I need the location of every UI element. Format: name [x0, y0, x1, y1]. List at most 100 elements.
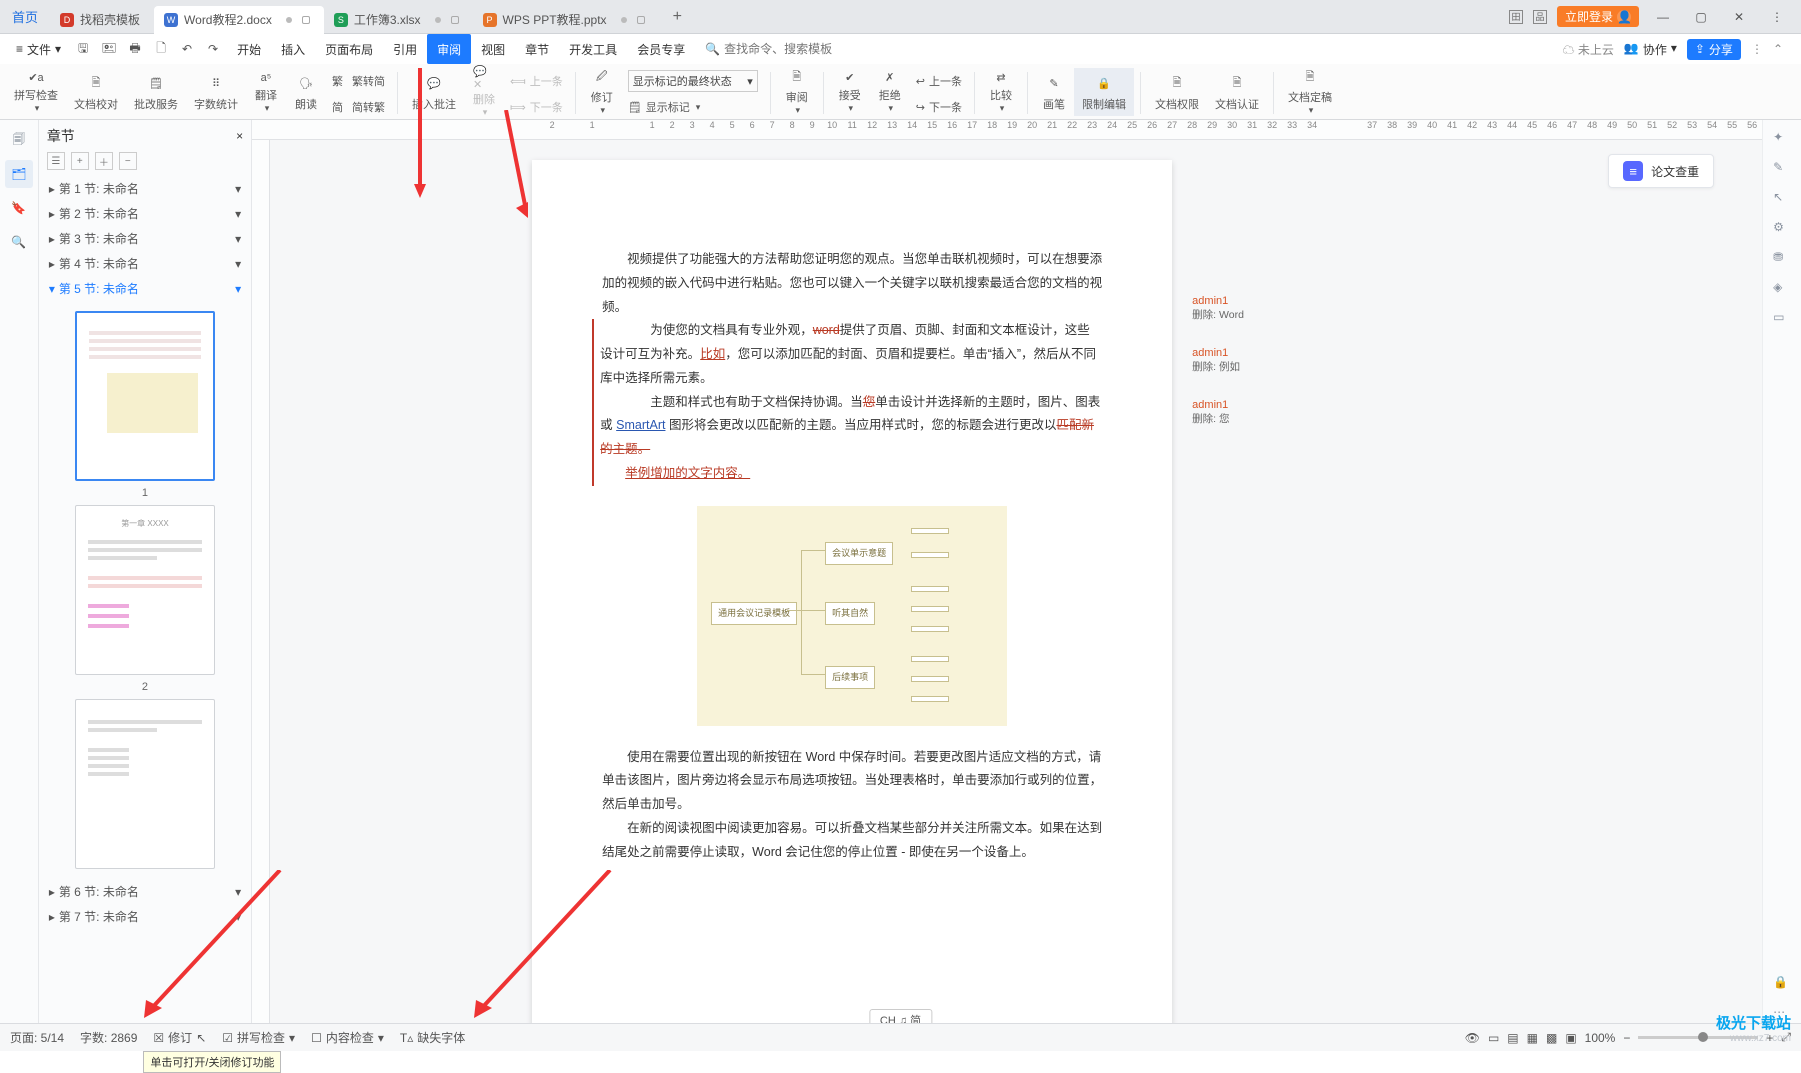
- tab-xlsx[interactable]: S 工作簿3.xlsx: [324, 6, 473, 34]
- page-thumb-2[interactable]: 第一章 XXXX: [75, 505, 215, 675]
- sidebar-close[interactable]: [236, 129, 243, 143]
- right-rail-ai[interactable]: ✦: [1773, 130, 1791, 148]
- section-item-3[interactable]: ▸第 3 节: 未命名▾: [39, 226, 251, 251]
- menu-dev[interactable]: 开发工具: [559, 34, 627, 64]
- view-layout1-icon[interactable]: ▤: [1507, 1031, 1518, 1045]
- status-revise-toggle[interactable]: ☒ 修订 ↖ 单击可打开/关闭修订功能: [153, 1029, 206, 1046]
- window-close[interactable]: ✕: [1725, 3, 1753, 31]
- right-rail-settings[interactable]: ⚙: [1773, 220, 1791, 238]
- window-other[interactable]: ⋮: [1763, 3, 1791, 31]
- tab-word-doc[interactable]: W Word教程2.docx: [154, 6, 324, 34]
- menu-page-layout[interactable]: 页面布局: [315, 34, 383, 64]
- sidebar-tool-a[interactable]: ☰: [47, 152, 65, 170]
- ribbon-spellcheck[interactable]: ✔a拼写检查: [6, 68, 66, 116]
- zoom-out[interactable]: −: [1623, 1031, 1630, 1045]
- window-minimize[interactable]: —: [1649, 3, 1677, 31]
- view-eye-icon[interactable]: 👁: [1465, 1031, 1480, 1045]
- ribbon-prev-comment[interactable]: ↩上一条: [916, 70, 962, 92]
- ribbon-auth[interactable]: 🗎文档认证: [1207, 68, 1267, 116]
- apps-icon[interactable]: 品: [1533, 10, 1547, 24]
- ribbon-accept[interactable]: ✔接受: [830, 68, 870, 116]
- section-item-2[interactable]: ▸第 2 节: 未命名▾: [39, 201, 251, 226]
- tab-template[interactable]: D 找稻壳模板: [50, 6, 154, 34]
- zoom-pct[interactable]: 100%: [1585, 1031, 1616, 1045]
- ribbon-doc-proof[interactable]: 🗎文档校对: [66, 68, 126, 116]
- share-button[interactable]: ⇪ 分享: [1687, 39, 1741, 60]
- ribbon-word-count[interactable]: ⠿字数统计: [186, 68, 246, 116]
- home-tab[interactable]: 首页: [0, 0, 50, 33]
- quick-redo-icon[interactable]: ↷: [205, 41, 221, 57]
- ribbon-translate[interactable]: a⁵翻译: [246, 68, 286, 116]
- status-content-check[interactable]: ☐内容检查▾: [311, 1029, 384, 1046]
- coop-button[interactable]: 👥 协作 ▾: [1624, 41, 1677, 58]
- menu-view[interactable]: 视图: [471, 34, 515, 64]
- rail-bookmark[interactable]: 🔖: [5, 194, 33, 222]
- ribbon-revise[interactable]: 🖉修订: [582, 68, 622, 116]
- status-spellcheck[interactable]: ☑拼写检查▾: [222, 1029, 295, 1046]
- quick-saveas-icon[interactable]: 🖭: [101, 41, 117, 57]
- view-layout2-icon[interactable]: ▦: [1527, 1031, 1538, 1045]
- cloud-status[interactable]: ☁ 未上云: [1562, 41, 1613, 58]
- rail-sections[interactable]: 🗂: [5, 160, 33, 188]
- file-menu[interactable]: ≡ 文件 ▾: [8, 41, 69, 58]
- tab-pptx[interactable]: P WPS PPT教程.pptx: [473, 6, 659, 34]
- menu-references[interactable]: 引用: [383, 34, 427, 64]
- pin-toggle[interactable]: [451, 16, 459, 24]
- ribbon-s2t[interactable]: 繁繁转简: [332, 70, 385, 92]
- menu-review[interactable]: 审阅: [427, 34, 471, 64]
- section-item-5[interactable]: ▾第 5 节: 未命名▾: [39, 276, 251, 301]
- section-item-4[interactable]: ▸第 4 节: 未命名▾: [39, 251, 251, 276]
- rail-search[interactable]: 🔍: [5, 228, 33, 256]
- grid-icon[interactable]: 田: [1509, 10, 1523, 24]
- ribbon-ink[interactable]: ✎画笔: [1034, 68, 1074, 116]
- right-rail-edit[interactable]: ✎: [1773, 160, 1791, 178]
- ribbon-restrict-editing[interactable]: 🔒限制编辑: [1074, 68, 1134, 116]
- menu-sections[interactable]: 章节: [515, 34, 559, 64]
- sidebar-tool-b[interactable]: +: [71, 152, 89, 170]
- sidebar-tool-d[interactable]: −: [119, 152, 137, 170]
- ribbon-compare[interactable]: ⇄比较: [981, 68, 1021, 116]
- collapse-ribbon-icon[interactable]: ⌃: [1773, 42, 1783, 56]
- status-missing-font[interactable]: T▵缺失字体: [400, 1029, 465, 1046]
- right-rail-select[interactable]: ↖: [1773, 190, 1791, 208]
- ribbon-finalize[interactable]: 🗎文档定稿: [1280, 68, 1340, 116]
- tab-add[interactable]: +: [659, 8, 696, 26]
- ribbon-permissions[interactable]: 🗎文档权限: [1147, 68, 1207, 116]
- menu-start[interactable]: 开始: [227, 34, 271, 64]
- menu-vip[interactable]: 会员专享: [627, 34, 695, 64]
- ribbon-show-markup[interactable]: 🗒显示标记: [628, 96, 758, 118]
- section-item-1[interactable]: ▸第 1 节: 未命名▾: [39, 176, 251, 201]
- sidebar-tool-c[interactable]: ＋: [95, 152, 113, 170]
- right-rail-shield[interactable]: ◈: [1773, 280, 1791, 298]
- rail-outline[interactable]: 🗐: [5, 126, 33, 154]
- window-maximize[interactable]: ▢: [1687, 3, 1715, 31]
- page-thumb-3[interactable]: [75, 699, 215, 869]
- comment-3[interactable]: admin1 删除: 您: [1192, 394, 1244, 430]
- menu-more-icon[interactable]: ⋮: [1751, 42, 1763, 56]
- comment-2[interactable]: admin1 删除: 例如: [1192, 342, 1244, 378]
- ribbon-t2s[interactable]: 简简转繁: [332, 96, 385, 118]
- menu-insert[interactable]: 插入: [271, 34, 315, 64]
- command-search[interactable]: 🔍: [705, 42, 864, 56]
- view-layout3-icon[interactable]: ▩: [1546, 1031, 1557, 1045]
- ribbon-reject[interactable]: ✗拒绝: [870, 68, 910, 116]
- right-rail-db[interactable]: ⛃: [1773, 250, 1791, 268]
- status-word-count[interactable]: 字数: 2869: [80, 1029, 137, 1046]
- login-button[interactable]: 立即登录 👤: [1557, 6, 1639, 27]
- right-rail-table[interactable]: ▭: [1773, 310, 1791, 328]
- page-thumb-1[interactable]: [75, 311, 215, 481]
- quick-print-icon[interactable]: 🖶: [127, 41, 143, 57]
- ribbon-next-comment[interactable]: ↪下一条: [916, 96, 962, 118]
- quick-preview-icon[interactable]: 🗋: [153, 41, 169, 57]
- search-input[interactable]: [724, 42, 864, 56]
- quick-undo-icon[interactable]: ↶: [179, 41, 195, 57]
- comment-1[interactable]: admin1 删除: Word: [1192, 290, 1244, 326]
- ribbon-doc-service[interactable]: 🗒批改服务: [126, 68, 186, 116]
- thesis-check-button[interactable]: ≡ 论文查重: [1608, 154, 1714, 188]
- pin-toggle[interactable]: [637, 16, 645, 24]
- status-page[interactable]: 页面: 5/14: [10, 1029, 64, 1046]
- view-focus-icon[interactable]: ▣: [1565, 1031, 1576, 1045]
- ribbon-markup-state-select[interactable]: 显示标记的最终状态▾: [628, 70, 758, 92]
- ribbon-review-pane[interactable]: 🗎审阅: [777, 68, 817, 116]
- ribbon-read-aloud[interactable]: 🗣朗读: [286, 68, 326, 116]
